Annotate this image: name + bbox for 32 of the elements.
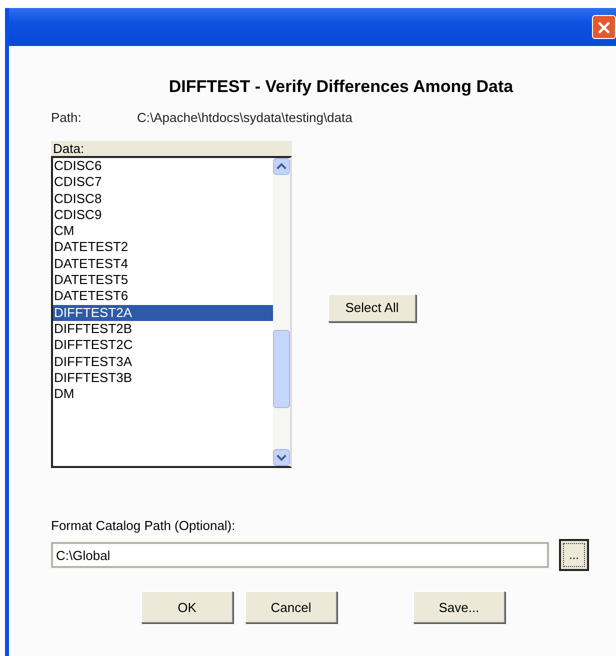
dialog-button[interactable]: Save... (413, 591, 505, 623)
list-item[interactable]: CDISC7 (53, 174, 273, 191)
close-button[interactable]: × (592, 15, 616, 39)
dialog-title: DIFFTEST - Verify Differences Among Data (168, 77, 514, 97)
list-item[interactable]: DIFFTEST2A (53, 304, 273, 321)
format-catalog-field[interactable]: C:\Global (51, 542, 549, 568)
dialog-button[interactable]: OK (141, 591, 233, 623)
dialog-button[interactable]: Cancel (245, 591, 337, 623)
list-item[interactable]: DATETEST4 (53, 256, 273, 272)
list-item[interactable]: DIFFTEST3A (53, 354, 273, 370)
list-item[interactable]: CDISC6 (53, 158, 273, 174)
list-item[interactable]: CDISC9 (53, 206, 273, 224)
scroll-thumb[interactable] (273, 330, 290, 408)
list-item[interactable]: CM (53, 223, 273, 240)
list-item[interactable]: DIFFTEST2B (53, 320, 273, 338)
data-listbox[interactable]: CDISC6 CDISC7 CDISC8 CDISC9 CM DATETEST2 DATETEST4 DATETEST5 DATETEST6 DIFFTEST2A DIFFTEST2B DIFFTEST2C DIFFTEST3A DIFFTEST3B DM (51, 156, 292, 468)
list-item[interactable]: DIFFTEST3B (53, 370, 273, 386)
path-label: Path: (51, 110, 82, 125)
list-header: Data: (51, 141, 292, 156)
browse-button[interactable]: ... (559, 539, 589, 571)
list-item[interactable]: DIFFTEST2C (53, 337, 273, 354)
scroll-up-icon[interactable] (273, 158, 290, 175)
select-all-button[interactable]: Select All (328, 294, 416, 322)
list-item[interactable]: DATETEST6 (53, 288, 273, 305)
path-value: C:\Apache\htdocs\sydata\testing\data (137, 110, 352, 125)
list-item[interactable]: DATETEST2 (53, 239, 273, 256)
list-item[interactable]: CDISC8 (53, 190, 273, 207)
list-item[interactable]: DATETEST5 (53, 272, 273, 288)
scroll-down-icon[interactable] (273, 449, 290, 466)
format-catalog-label: Format Catalog Path (Optional): (51, 518, 236, 533)
scrollbar[interactable] (273, 158, 290, 466)
list-item[interactable]: DM (53, 386, 273, 402)
